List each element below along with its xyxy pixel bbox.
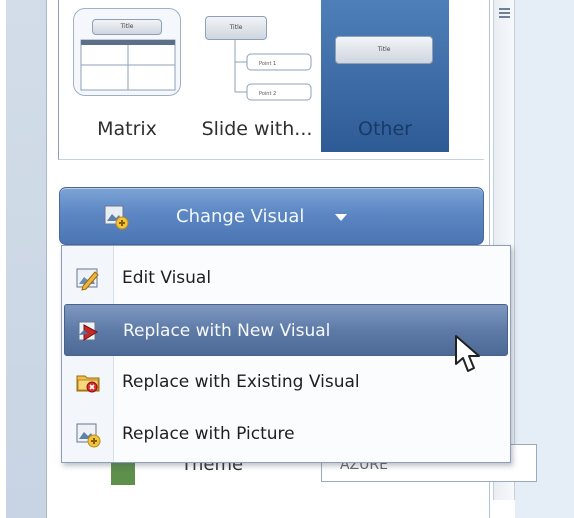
mini-item: Point 2 <box>259 91 276 97</box>
background-pane <box>515 0 574 518</box>
menu-item-label: Edit Visual <box>122 268 212 288</box>
menu-item-label: Replace with Existing Visual <box>122 372 360 392</box>
tile-label: Slide with... <box>201 118 313 140</box>
chevron-down-icon[interactable] <box>335 214 347 221</box>
thumbnail-title: Title <box>92 19 162 35</box>
existing-visual-icon <box>76 375 100 393</box>
theme-icon <box>111 461 135 485</box>
change-visual-menu: Edit Visual Replace with New Visual Repl… <box>61 245 511 463</box>
mini-item: Point 1 <box>259 61 276 67</box>
thumbnail-title: Title <box>205 16 267 40</box>
edit-visual-icon <box>76 268 99 291</box>
thumbnail-title: Title <box>335 36 433 64</box>
menu-item-replace-existing-visual[interactable]: Replace with Existing Visual <box>64 356 508 408</box>
left-pane-background <box>6 0 46 518</box>
change-visual-label: Change Visual <box>176 206 305 227</box>
scroll-grip-icon[interactable] <box>499 8 510 24</box>
change-visual-icon <box>104 205 129 230</box>
change-visual-button[interactable]: Change Visual <box>59 187 484 245</box>
menu-item-label: Replace with Picture <box>122 424 295 444</box>
menu-item-replace-new-visual[interactable]: Replace with New Visual <box>64 304 508 356</box>
mouse-cursor-icon <box>455 335 480 372</box>
menu-item-edit-visual[interactable]: Edit Visual <box>64 252 508 304</box>
new-visual-icon <box>78 321 99 341</box>
visual-gallery: Title Matrix Title Point 1 Point 2 Slide… <box>58 0 484 160</box>
tile-label: Other <box>358 118 412 140</box>
gallery-tile-slide-with[interactable]: Title Point 1 Point 2 Slide with... <box>195 0 319 152</box>
gallery-tile-other[interactable]: Title Other <box>321 0 449 152</box>
matrix-thumbnail: Title <box>73 8 181 96</box>
matrix-grid-icon <box>80 39 176 91</box>
picture-icon <box>76 423 101 448</box>
gallery-tile-matrix[interactable]: Title Matrix <box>63 0 191 152</box>
menu-item-replace-picture[interactable]: Replace with Picture <box>64 408 508 460</box>
slide-hierarchy-icon: Point 1 Point 2 <box>234 40 312 101</box>
menu-item-label: Replace with New Visual <box>123 321 331 341</box>
tile-label: Matrix <box>97 118 157 140</box>
